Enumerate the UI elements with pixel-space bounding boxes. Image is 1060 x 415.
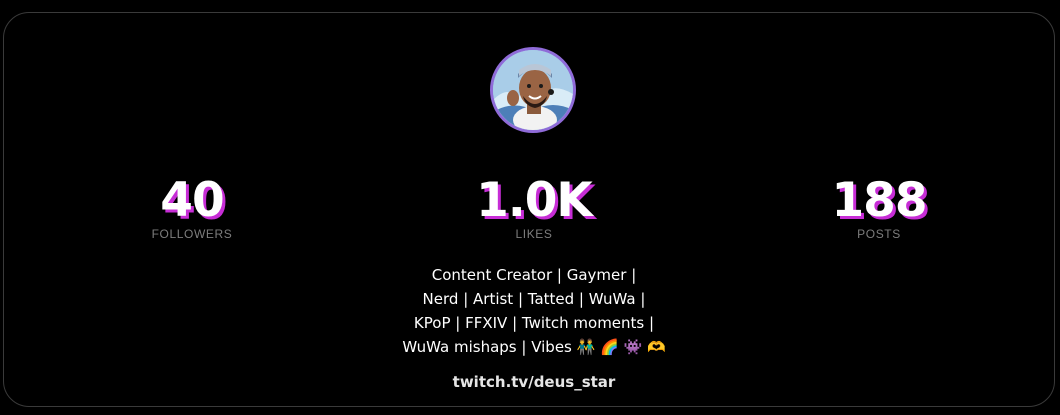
profile-bio: Content Creator | Gaymer | Nerd | Artist… [334, 263, 734, 359]
likes-count: 1.0K [476, 173, 593, 228]
bio-line: KPoP | FFXIV | Twitch moments | [413, 314, 655, 332]
followers-count: 40 [160, 173, 224, 228]
stat-likes[interactable]: 1.0K LIKES [414, 173, 654, 242]
bio-line: WuWa mishaps | Vibes 👬 🌈 👾 🫶 [402, 338, 666, 356]
profile-card: 40 FOLLOWERS 1.0K LIKES 188 POSTS Conten… [3, 12, 1055, 407]
posts-count: 188 [831, 173, 927, 228]
bio-line: Nerd | Artist | Tatted | WuWa | [422, 290, 646, 308]
stat-posts[interactable]: 188 POSTS [759, 173, 999, 242]
followers-label: FOLLOWERS [151, 227, 233, 241]
profile-link[interactable]: twitch.tv/deus_star [334, 373, 734, 391]
posts-label: POSTS [857, 227, 901, 241]
profile-avatar[interactable] [490, 47, 576, 133]
bio-line: Content Creator | Gaymer | [431, 266, 637, 284]
avatar-illustration-icon [493, 50, 573, 130]
stat-followers[interactable]: 40 FOLLOWERS [72, 173, 312, 242]
likes-label: LIKES [515, 227, 553, 241]
